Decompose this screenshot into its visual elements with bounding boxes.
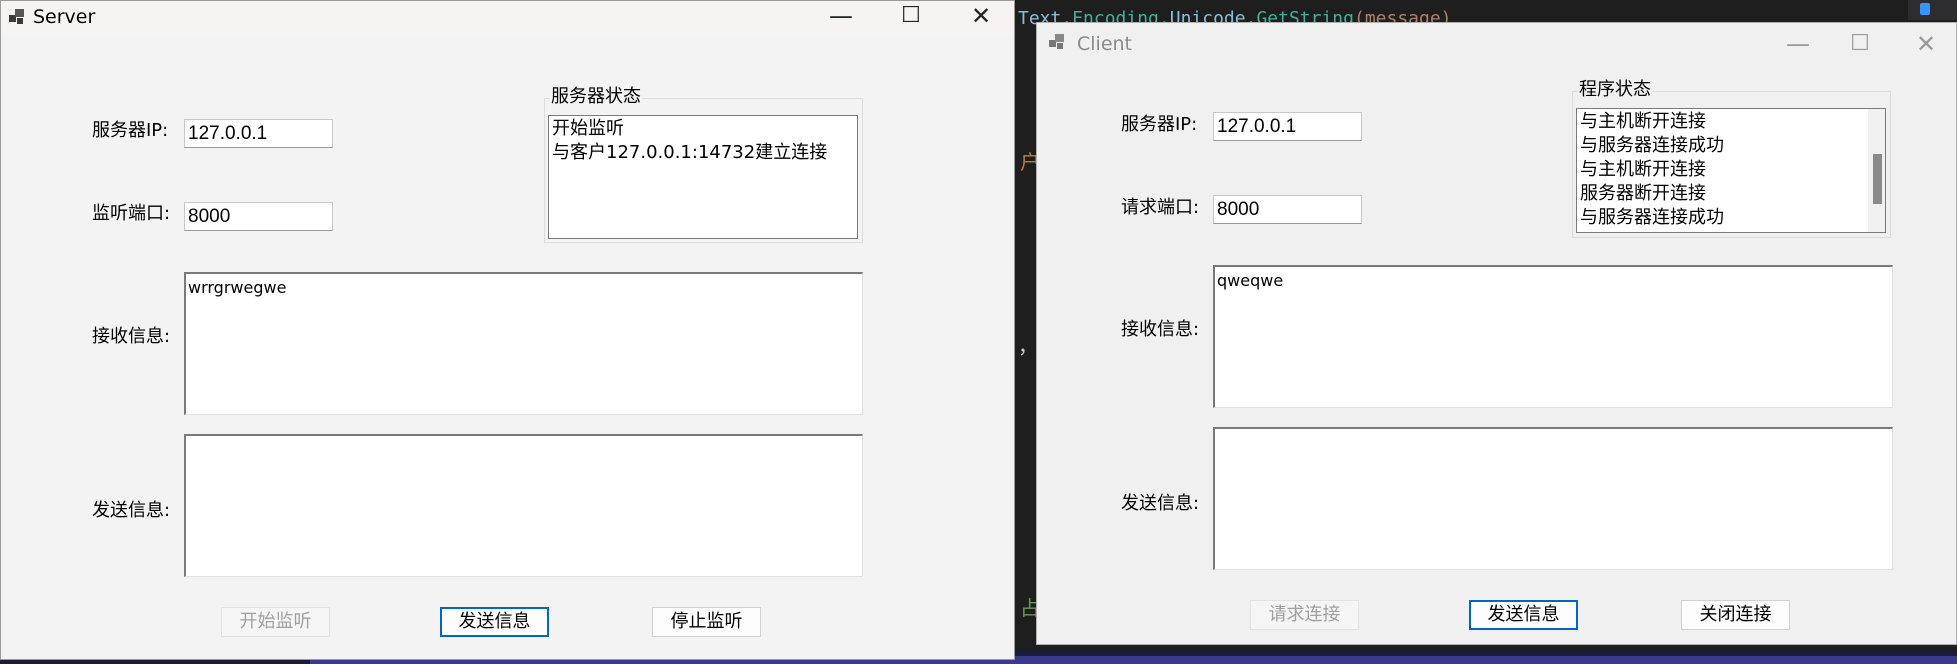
window-title: Client	[1077, 33, 1133, 55]
listen-port-label: 监听端口:	[92, 203, 171, 224]
client-titlebar[interactable]: Client — ☐ ✕	[1037, 23, 1956, 58]
list-item: 与主机断开连接	[1580, 159, 1706, 180]
window-title: Server	[33, 6, 96, 28]
receive-label: 接收信息:	[92, 326, 171, 347]
request-connect-button[interactable]: 请求连接	[1250, 600, 1359, 630]
list-item: 开始监听	[552, 118, 624, 139]
server-status-list[interactable]: 开始监听 与客户127.0.0.1:14732建立连接	[548, 115, 858, 239]
status-scrollbar[interactable]	[1868, 109, 1885, 232]
app-icon	[9, 9, 25, 25]
server-ip-label: 服务器IP:	[92, 120, 169, 141]
background-tab-indicator	[1908, 0, 1957, 20]
send-textarea[interactable]	[1213, 427, 1893, 570]
client-window: Client — ☐ ✕ 服务器IP: 请求端口: 程序状态 与主机断开连接 与…	[1036, 22, 1957, 645]
minimize-button[interactable]: —	[1768, 29, 1828, 63]
send-message-button[interactable]: 发送信息	[1469, 600, 1578, 630]
request-port-label: 请求端口:	[1121, 197, 1200, 218]
close-connection-button[interactable]: 关闭连接	[1681, 600, 1790, 630]
send-textarea[interactable]	[184, 434, 863, 577]
send-message-button[interactable]: 发送信息	[440, 607, 549, 637]
list-item: 与主机断开连接	[1580, 111, 1706, 132]
receive-textarea[interactable]: qweqwe	[1213, 265, 1893, 408]
scrollbar-thumb[interactable]	[1873, 154, 1882, 204]
client-status-list[interactable]: 与主机断开连接 与服务器连接成功 与主机断开连接 服务器断开连接 与服务器连接成…	[1576, 108, 1886, 233]
server-titlebar[interactable]: Server — ☐ ✕	[1, 1, 1014, 35]
list-item: 与客户127.0.0.1:14732建立连接	[552, 142, 828, 163]
maximize-button[interactable]: ☐	[881, 1, 941, 35]
server-window: Server — ☐ ✕ 服务器IP: 监听端口: 服务器状态 开始监听 与客户…	[0, 0, 1015, 660]
client-ip-field[interactable]	[1213, 112, 1362, 141]
app-icon	[1049, 34, 1065, 50]
receive-textarea[interactable]: wrrgrwegwe	[184, 272, 863, 415]
list-item: 与服务器连接成功	[1580, 207, 1724, 228]
list-item: 服务器断开连接	[1580, 183, 1706, 204]
start-listen-button[interactable]: 开始监听	[221, 607, 330, 637]
receive-label: 接收信息:	[1121, 319, 1200, 340]
server-status-title: 服务器状态	[550, 86, 642, 108]
send-label: 发送信息:	[1121, 493, 1200, 514]
minimize-button[interactable]: —	[811, 1, 871, 35]
client-ip-label: 服务器IP:	[1121, 114, 1198, 135]
stop-listen-button[interactable]: 停止监听	[652, 607, 761, 637]
client-status-title: 程序状态	[1578, 79, 1652, 101]
server-ip-field[interactable]	[184, 119, 333, 148]
close-button[interactable]: ✕	[951, 1, 1011, 35]
listen-port-field[interactable]	[184, 202, 333, 231]
list-item: 与服务器连接成功	[1580, 135, 1724, 156]
close-button[interactable]: ✕	[1896, 29, 1956, 63]
background-code-glyph: ，	[1018, 334, 1038, 358]
send-label: 发送信息:	[92, 500, 171, 521]
maximize-button[interactable]: ☐	[1830, 29, 1890, 63]
request-port-field[interactable]	[1213, 195, 1362, 224]
